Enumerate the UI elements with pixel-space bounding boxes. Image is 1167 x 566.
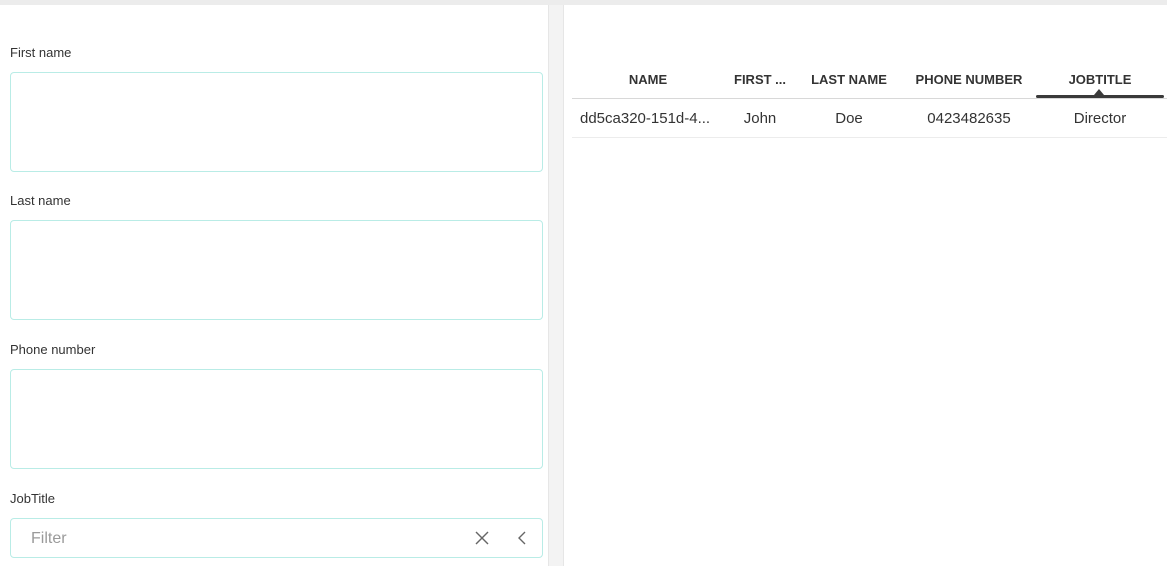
jobtitle-filter[interactable] <box>10 518 543 558</box>
jobtitle-label: JobTitle <box>10 491 56 506</box>
close-icon[interactable] <box>473 529 491 547</box>
phone-number-label: Phone number <box>10 342 96 357</box>
table-row[interactable]: dd5ca320-151d-4... John Doe 0423482635 D… <box>572 99 1167 138</box>
column-header-first-name[interactable]: FIRST ... <box>724 60 796 98</box>
first-name-label: First name <box>10 45 72 60</box>
records-grid-panel: NAME FIRST ... LAST NAME PHONE NUMBER JO… <box>563 5 1167 566</box>
sort-indicator-bar <box>1036 95 1164 98</box>
records-table: NAME FIRST ... LAST NAME PHONE NUMBER JO… <box>572 60 1167 138</box>
cell-phone-number: 0423482635 <box>927 109 1011 127</box>
last-name-field[interactable] <box>10 220 543 320</box>
cell-jobtitle: Director <box>1073 109 1127 127</box>
column-header-last-name[interactable]: LAST NAME <box>796 60 902 98</box>
chevron-left-icon[interactable] <box>514 529 530 547</box>
phone-number-field[interactable] <box>10 369 543 469</box>
last-name-label: Last name <box>10 193 71 208</box>
column-header-phone-number[interactable]: PHONE NUMBER <box>902 60 1036 98</box>
cell-last-name: Doe <box>835 109 863 127</box>
cell-name: dd5ca320-151d-4... <box>580 109 711 127</box>
column-header-name[interactable]: NAME <box>572 60 724 98</box>
jobtitle-filter-input[interactable] <box>29 527 453 551</box>
record-form-panel: First name Last name Phone number JobTit… <box>0 5 549 566</box>
cell-first-name: John <box>743 109 777 127</box>
table-header: NAME FIRST ... LAST NAME PHONE NUMBER JO… <box>572 60 1167 99</box>
first-name-field[interactable] <box>10 72 543 172</box>
